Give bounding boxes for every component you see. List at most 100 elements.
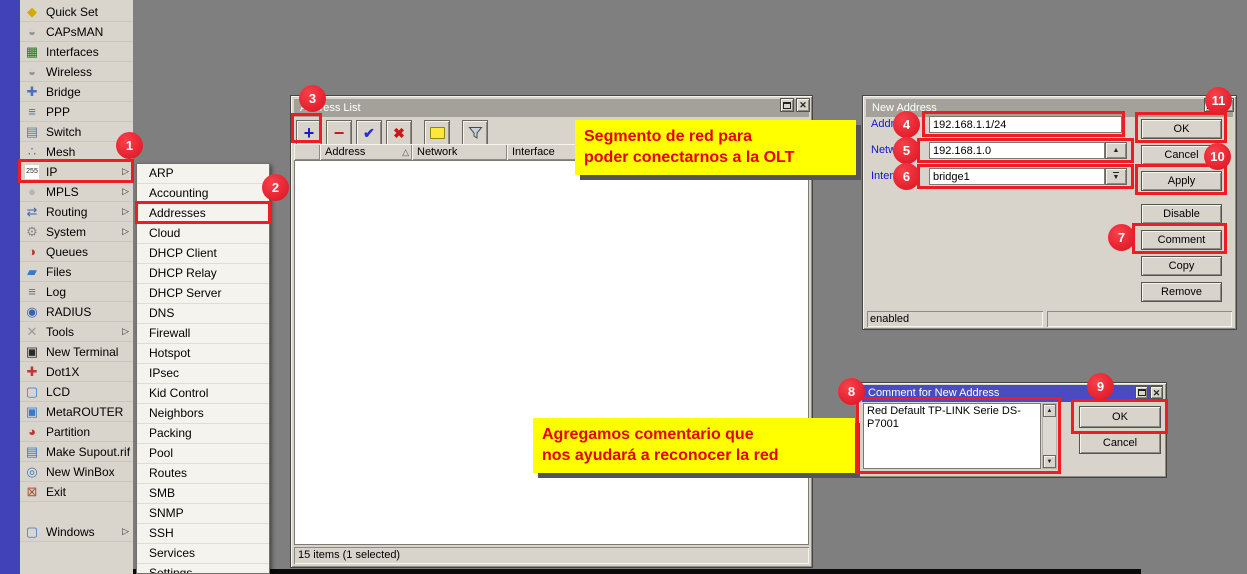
- submenu-item-firewall[interactable]: Firewall: [137, 324, 269, 344]
- submenu-item-snmp[interactable]: SNMP: [137, 504, 269, 524]
- address-field[interactable]: [929, 116, 1122, 133]
- sidebar-item-dot1x[interactable]: ✚ Dot1X ▷: [20, 362, 133, 382]
- submenu-item-accounting[interactable]: Accounting: [137, 184, 269, 204]
- step-marker-6: 6: [893, 163, 920, 190]
- sidebar-item-make-supout[interactable]: ▤ Make Supout.rif ▷: [20, 442, 133, 462]
- remove-address-button[interactable]: −: [326, 120, 352, 146]
- mesh-icon: ∴: [25, 145, 39, 159]
- sidebar-item-queues[interactable]: ◑ Queues ▷: [20, 242, 133, 262]
- close-icon: ✕: [1153, 387, 1161, 399]
- sidebar-item-system[interactable]: ⚙ System ▷: [20, 222, 133, 242]
- comment-button[interactable]: Comment: [1141, 230, 1222, 250]
- sidebar-item-new-winbox[interactable]: ◎ New WinBox ▷: [20, 462, 133, 482]
- column-network[interactable]: Network: [412, 144, 507, 160]
- titlebar-buttons: ✕: [1135, 386, 1163, 399]
- copy-button[interactable]: Copy: [1141, 256, 1222, 276]
- remove-button[interactable]: Remove: [1141, 282, 1222, 302]
- comment-toolbar-button[interactable]: [424, 120, 450, 146]
- close-button[interactable]: ✕: [1150, 386, 1163, 399]
- submenu-item-dhcp-server[interactable]: DHCP Server: [137, 284, 269, 304]
- sidebar-item-mpls[interactable]: ● MPLS ▷: [20, 182, 133, 202]
- address-list-body[interactable]: [294, 160, 809, 545]
- submenu-item-routes[interactable]: Routes: [137, 464, 269, 484]
- disable-toolbar-button[interactable]: ✖: [386, 120, 412, 146]
- comment-cancel-button[interactable]: Cancel: [1079, 432, 1161, 454]
- submenu-item-arp[interactable]: ARP: [137, 164, 269, 184]
- queues-icon: ◑: [25, 245, 39, 259]
- submenu-item-smb[interactable]: SMB: [137, 484, 269, 504]
- sidebar-item-routing[interactable]: ⇄ Routing ▷: [20, 202, 133, 222]
- menu-item-label: Switch: [46, 125, 81, 139]
- submenu-item-neighbors[interactable]: Neighbors: [137, 404, 269, 424]
- maximize-button[interactable]: [1135, 386, 1148, 399]
- sidebar-item-exit[interactable]: ⊠ Exit ▷: [20, 482, 133, 502]
- comment-ok-button[interactable]: OK: [1079, 406, 1161, 428]
- sidebar-item-capsman[interactable]: ◒ CAPsMAN ▷: [20, 22, 133, 42]
- sidebar-item-switch[interactable]: ▤ Switch ▷: [20, 122, 133, 142]
- scroll-down-button[interactable]: ▼: [1043, 455, 1056, 468]
- sidebar-item-tools[interactable]: ✕ Tools ▷: [20, 322, 133, 342]
- enable-button[interactable]: ✔: [356, 120, 382, 146]
- submenu-item-dhcp-client[interactable]: DHCP Client: [137, 244, 269, 264]
- sidebar-item-wireless[interactable]: ◒ Wireless ▷: [20, 62, 133, 82]
- submenu-item-services[interactable]: Services: [137, 544, 269, 564]
- disable-button[interactable]: Disable: [1141, 204, 1222, 224]
- submenu-item-packing[interactable]: Packing: [137, 424, 269, 444]
- sidebar-item-windows[interactable]: ▢ Windows ▷: [20, 522, 133, 542]
- apply-button[interactable]: Apply: [1141, 171, 1222, 191]
- submenu-item-dhcp-relay[interactable]: DHCP Relay: [137, 264, 269, 284]
- minus-icon: −: [334, 126, 345, 140]
- windows-icon: ▢: [25, 525, 39, 539]
- submenu-item-cloud[interactable]: Cloud: [137, 224, 269, 244]
- add-address-button[interactable]: +: [296, 120, 322, 146]
- files-icon: ▰: [25, 265, 39, 279]
- step-marker-9: 9: [1087, 373, 1114, 400]
- submenu-item-ssh[interactable]: SSH: [137, 524, 269, 544]
- network-spin-up-button[interactable]: ▲: [1105, 142, 1127, 159]
- sidebar-item-ip[interactable]: 255 IP ▷: [20, 162, 133, 182]
- address-list-toolbar: + − ✔ ✖: [296, 120, 492, 146]
- sidebar-item-partition[interactable]: ◕ Partition ▷: [20, 422, 133, 442]
- quick-set-icon: ◆: [25, 5, 39, 19]
- sidebar-item-bridge[interactable]: ✚ Bridge ▷: [20, 82, 133, 102]
- plus-icon: +: [304, 125, 315, 141]
- submenu-item-settings[interactable]: Settings: [137, 564, 269, 574]
- sidebar-item-interfaces[interactable]: ▦ Interfaces ▷: [20, 42, 133, 62]
- submenu-arrow-icon: ▷: [122, 166, 129, 177]
- scroll-up-button[interactable]: ▲: [1043, 404, 1056, 417]
- comment-textarea[interactable]: Red Default TP-LINK Serie DS-P7001: [863, 403, 1041, 469]
- tools-icon: ✕: [25, 325, 39, 339]
- sidebar-item-new-terminal[interactable]: ▣ New Terminal ▷: [20, 342, 133, 362]
- submenu-item-kid-control[interactable]: Kid Control: [137, 384, 269, 404]
- submenu-item-ipsec[interactable]: IPsec: [137, 364, 269, 384]
- interface-dropdown-button[interactable]: ▼: [1105, 168, 1127, 185]
- submenu-item-hotspot[interactable]: Hotspot: [137, 344, 269, 364]
- submenu-item-pool[interactable]: Pool: [137, 444, 269, 464]
- column-address[interactable]: Address △: [320, 144, 412, 160]
- sidebar-item-radius[interactable]: ◉ RADIUS ▷: [20, 302, 133, 322]
- address-list-titlebar[interactable]: Address List: [294, 99, 809, 117]
- column-flags[interactable]: [294, 144, 320, 160]
- sidebar-item-quick-set[interactable]: ◆ Quick Set ▷: [20, 2, 133, 22]
- comment-scrollbar[interactable]: ▲ ▼: [1042, 403, 1057, 469]
- submenu-item-addresses[interactable]: Addresses: [137, 204, 269, 224]
- submenu-item-dns[interactable]: DNS: [137, 304, 269, 324]
- new-address-titlebar[interactable]: New Address: [866, 99, 1233, 117]
- sidebar-item-log[interactable]: ≡ Log ▷: [20, 282, 133, 302]
- step-marker-4: 4: [893, 111, 920, 138]
- close-button[interactable]: ✕: [796, 98, 810, 112]
- menu-item-label: Make Supout.rif: [46, 445, 130, 459]
- step-marker-8: 8: [838, 378, 865, 405]
- sidebar-item-ppp[interactable]: ≡ PPP ▷: [20, 102, 133, 122]
- ok-button[interactable]: OK: [1141, 119, 1222, 139]
- maximize-button[interactable]: [780, 98, 794, 112]
- maximize-icon: [1138, 389, 1146, 396]
- x-icon: ✖: [393, 126, 405, 140]
- network-field[interactable]: [929, 142, 1105, 159]
- sidebar-item-files[interactable]: ▰ Files ▷: [20, 262, 133, 282]
- sidebar-item-lcd[interactable]: ▢ LCD ▷: [20, 382, 133, 402]
- interface-field[interactable]: [929, 168, 1105, 185]
- filter-button[interactable]: [462, 120, 488, 146]
- comment-titlebar[interactable]: Comment for New Address: [862, 385, 1163, 402]
- sidebar-item-metarouter[interactable]: ▣ MetaROUTER ▷: [20, 402, 133, 422]
